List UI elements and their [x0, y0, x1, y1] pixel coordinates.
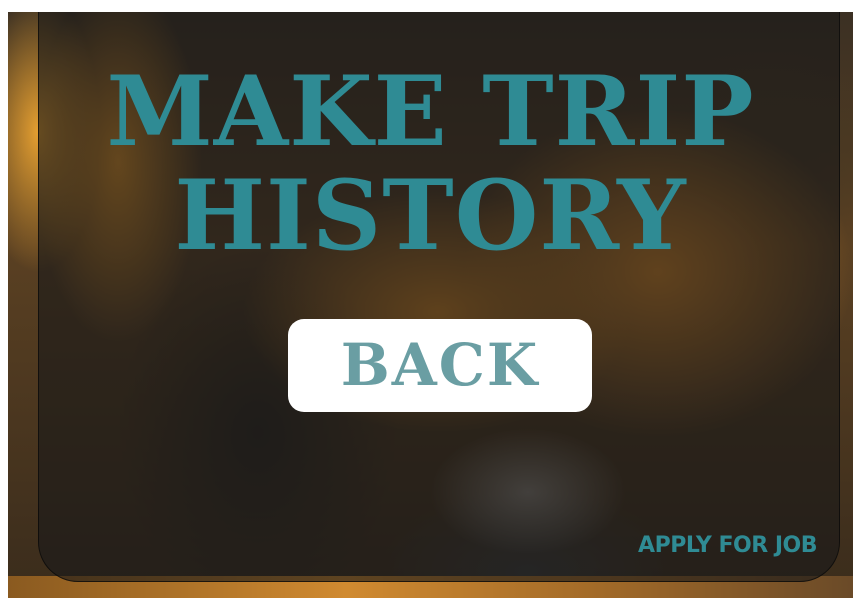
page-title: MAKE TRIP HISTORY — [0, 60, 861, 268]
back-button[interactable]: BACK — [288, 319, 592, 412]
page-title-line-1: MAKE TRIP — [106, 55, 755, 168]
page: MAKE TRIP HISTORY BACK APPLY FOR JOB — [0, 0, 861, 598]
apply-for-job-link[interactable]: APPLY FOR JOB — [638, 533, 817, 558]
page-title-line-2: HISTORY — [174, 159, 687, 272]
